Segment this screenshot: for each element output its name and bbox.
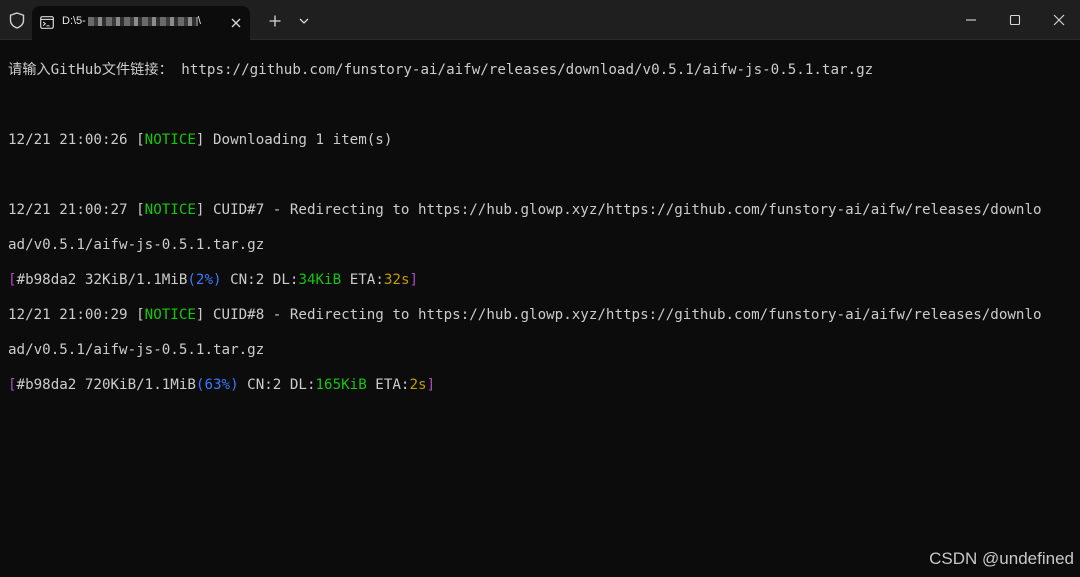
log-line: 12/21 21:00:27 [NOTICE] CUID#7 - Redirec… [8, 202, 1074, 220]
progress-eta-label: ETA: [366, 376, 410, 393]
progress-bracket-close: ] [409, 271, 419, 288]
progress-percent: (2%) [187, 271, 222, 288]
log-line: 12/21 21:00:26 [NOTICE] Downloading 1 it… [8, 132, 1074, 150]
log-time: 12/21 21:00:27 [8, 201, 137, 218]
tab-title: D:\5- \ [62, 15, 210, 31]
log-line-wrap: ad/v0.5.1/aifw-js-0.5.1.tar.gz [8, 237, 1074, 255]
log-message: CUID#8 - Redirecting to https://hub.glow… [204, 306, 1042, 323]
terminal-tab-icon [40, 16, 54, 29]
maximize-icon[interactable] [1004, 10, 1026, 30]
prompt-line: 请输入GitHub文件链接： https://github.com/funsto… [8, 62, 1074, 80]
terminal-output[interactable]: 请输入GitHub文件链接： https://github.com/funsto… [8, 44, 1074, 544]
log-message: CUID#7 - Redirecting to https://hub.glow… [204, 201, 1042, 218]
progress-line: [#b98da2 32KiB/1.1MiB(2%) CN:2 DL:34KiB … [8, 272, 1074, 290]
tab-title-prefix: D:\5- [62, 15, 86, 27]
tab-terminal[interactable]: D:\5- \ [32, 6, 250, 40]
log-bracket: [ [136, 306, 145, 323]
log-message-wrap: ad/v0.5.1/aifw-js-0.5.1.tar.gz [8, 341, 265, 358]
progress-speed: 165KiB [315, 376, 367, 393]
progress-connections: CN:2 DL: [221, 271, 299, 288]
progress-size: #b98da2 32KiB/1.1MiB [16, 271, 188, 288]
close-window-icon[interactable] [1048, 10, 1070, 30]
title-bar: D:\5- \ [0, 0, 1080, 40]
log-time: 12/21 21:00:29 [8, 306, 137, 323]
progress-speed: 34KiB [298, 271, 342, 288]
watermark: CSDN @undefined [929, 549, 1074, 568]
progress-line: [#b98da2 720KiB/1.1MiB(63%) CN:2 DL:165K… [8, 377, 1074, 395]
log-message-wrap: ad/v0.5.1/aifw-js-0.5.1.tar.gz [8, 236, 265, 253]
log-bracket: [ [136, 201, 145, 218]
notice-tag: NOTICE [144, 201, 196, 218]
notice-tag: NOTICE [144, 131, 196, 148]
minimize-icon[interactable] [960, 10, 982, 30]
progress-size: #b98da2 720KiB/1.1MiB [16, 376, 196, 393]
progress-bracket-open: [ [8, 376, 17, 393]
progress-connections: CN:2 DL: [238, 376, 316, 393]
progress-eta: 32s [383, 271, 410, 288]
log-time: 12/21 21:00:26 [8, 131, 137, 148]
log-bracket: [ [136, 131, 145, 148]
progress-eta: 2s [409, 376, 427, 393]
log-line: 12/21 21:00:29 [NOTICE] CUID#8 - Redirec… [8, 307, 1074, 325]
log-message: Downloading 1 item(s) [204, 131, 393, 148]
prompt-label: 请输入GitHub文件链接： [8, 61, 173, 78]
shield-icon[interactable] [9, 12, 25, 29]
progress-percent: (63%) [195, 376, 239, 393]
plus-icon[interactable] [266, 12, 284, 30]
progress-bracket-open: [ [8, 271, 17, 288]
notice-tag: NOTICE [144, 306, 196, 323]
tab-title-redacted [87, 16, 198, 26]
close-tab-icon[interactable] [228, 15, 244, 31]
prompt-url: https://github.com/funstory-ai/aifw/rele… [172, 61, 874, 78]
log-line-wrap: ad/v0.5.1/aifw-js-0.5.1.tar.gz [8, 342, 1074, 360]
tab-title-suffix: \ [197, 15, 201, 27]
chevron-down-icon[interactable] [296, 14, 312, 28]
progress-bracket-close: ] [426, 376, 436, 393]
progress-eta-label: ETA: [341, 271, 384, 288]
